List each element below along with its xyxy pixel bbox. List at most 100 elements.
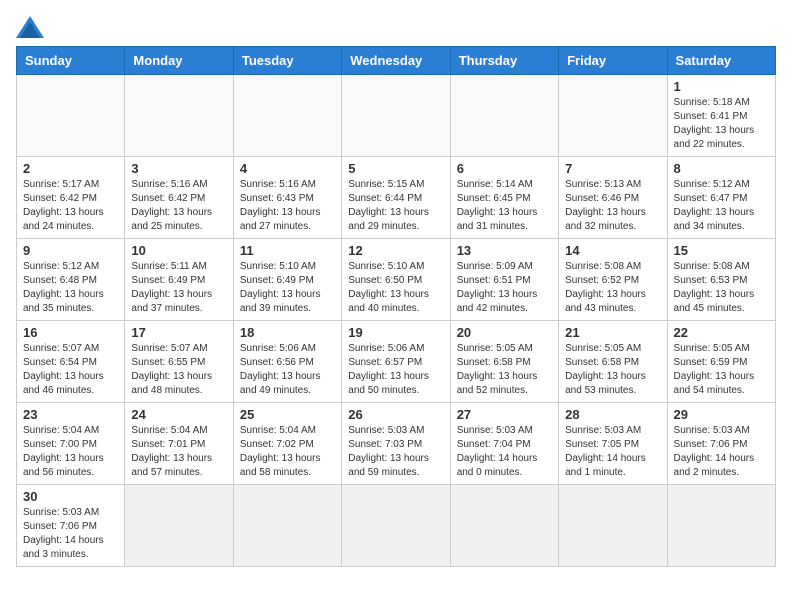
day-cell: 21 Sunrise: 5:05 AM Sunset: 6:58 PM Dayli… bbox=[559, 321, 667, 403]
day-cell: 7 Sunrise: 5:13 AM Sunset: 6:46 PM Daylig… bbox=[559, 157, 667, 239]
logo-icon bbox=[16, 16, 44, 38]
day-info: Sunrise: 5:07 AM Sunset: 6:54 PM Dayligh… bbox=[23, 342, 118, 398]
day-cell: 13 Sunrise: 5:09 AM Sunset: 6:51 PM Dayli… bbox=[450, 239, 558, 321]
day-info: Sunrise: 5:05 AM Sunset: 6:58 PM Dayligh… bbox=[565, 342, 660, 398]
day-number: 12 bbox=[348, 243, 443, 258]
day-info: Sunrise: 5:09 AM Sunset: 6:51 PM Dayligh… bbox=[457, 260, 552, 316]
day-info: Sunrise: 5:10 AM Sunset: 6:49 PM Dayligh… bbox=[240, 260, 335, 316]
day-number: 28 bbox=[565, 407, 660, 422]
day-info: Sunrise: 5:05 AM Sunset: 6:58 PM Dayligh… bbox=[457, 342, 552, 398]
day-cell: 29 Sunrise: 5:03 AM Sunset: 7:06 PM Dayli… bbox=[667, 403, 775, 485]
day-cell: 2 Sunrise: 5:17 AM Sunset: 6:42 PM Daylig… bbox=[17, 157, 125, 239]
day-cell: 12 Sunrise: 5:10 AM Sunset: 6:50 PM Dayli… bbox=[342, 239, 450, 321]
day-cell: 28 Sunrise: 5:03 AM Sunset: 7:05 PM Dayli… bbox=[559, 403, 667, 485]
day-cell bbox=[559, 75, 667, 157]
day-info: Sunrise: 5:04 AM Sunset: 7:01 PM Dayligh… bbox=[131, 424, 226, 480]
day-info: Sunrise: 5:12 AM Sunset: 6:48 PM Dayligh… bbox=[23, 260, 118, 316]
logo bbox=[16, 16, 48, 38]
header bbox=[16, 16, 776, 38]
day-info: Sunrise: 5:06 AM Sunset: 6:56 PM Dayligh… bbox=[240, 342, 335, 398]
day-cell bbox=[450, 485, 558, 567]
week-row-1: 2 Sunrise: 5:17 AM Sunset: 6:42 PM Daylig… bbox=[17, 157, 776, 239]
day-cell: 19 Sunrise: 5:06 AM Sunset: 6:57 PM Dayli… bbox=[342, 321, 450, 403]
day-cell: 9 Sunrise: 5:12 AM Sunset: 6:48 PM Daylig… bbox=[17, 239, 125, 321]
day-number: 27 bbox=[457, 407, 552, 422]
header-saturday: Saturday bbox=[667, 47, 775, 75]
day-cell bbox=[342, 485, 450, 567]
day-info: Sunrise: 5:03 AM Sunset: 7:06 PM Dayligh… bbox=[674, 424, 769, 480]
day-info: Sunrise: 5:14 AM Sunset: 6:45 PM Dayligh… bbox=[457, 178, 552, 234]
header-tuesday: Tuesday bbox=[233, 47, 341, 75]
day-cell bbox=[125, 75, 233, 157]
header-monday: Monday bbox=[125, 47, 233, 75]
day-number: 29 bbox=[674, 407, 769, 422]
week-row-4: 23 Sunrise: 5:04 AM Sunset: 7:00 PM Dayli… bbox=[17, 403, 776, 485]
day-cell bbox=[559, 485, 667, 567]
day-info: Sunrise: 5:08 AM Sunset: 6:52 PM Dayligh… bbox=[565, 260, 660, 316]
day-number: 26 bbox=[348, 407, 443, 422]
day-cell: 30 Sunrise: 5:03 AM Sunset: 7:06 PM Dayli… bbox=[17, 485, 125, 567]
day-number: 17 bbox=[131, 325, 226, 340]
day-cell: 4 Sunrise: 5:16 AM Sunset: 6:43 PM Daylig… bbox=[233, 157, 341, 239]
day-info: Sunrise: 5:13 AM Sunset: 6:46 PM Dayligh… bbox=[565, 178, 660, 234]
day-info: Sunrise: 5:06 AM Sunset: 6:57 PM Dayligh… bbox=[348, 342, 443, 398]
day-cell: 10Sunrise: 5:11 AM Sunset: 6:49 PM Dayli… bbox=[125, 239, 233, 321]
day-number: 2 bbox=[23, 161, 118, 176]
calendar-header: SundayMondayTuesdayWednesdayThursdayFrid… bbox=[17, 47, 776, 75]
day-cell bbox=[342, 75, 450, 157]
day-info: Sunrise: 5:03 AM Sunset: 7:05 PM Dayligh… bbox=[565, 424, 660, 480]
day-info: Sunrise: 5:07 AM Sunset: 6:55 PM Dayligh… bbox=[131, 342, 226, 398]
day-cell: 24 Sunrise: 5:04 AM Sunset: 7:01 PM Dayli… bbox=[125, 403, 233, 485]
day-cell bbox=[125, 485, 233, 567]
day-number: 4 bbox=[240, 161, 335, 176]
day-number: 24 bbox=[131, 407, 226, 422]
day-number: 3 bbox=[131, 161, 226, 176]
day-info: Sunrise: 5:16 AM Sunset: 6:43 PM Dayligh… bbox=[240, 178, 335, 234]
day-info: Sunrise: 5:04 AM Sunset: 7:02 PM Dayligh… bbox=[240, 424, 335, 480]
day-cell bbox=[667, 485, 775, 567]
day-cell: 1Sunrise: 5:18 AM Sunset: 6:41 PM Daylig… bbox=[667, 75, 775, 157]
day-info: Sunrise: 5:17 AM Sunset: 6:42 PM Dayligh… bbox=[23, 178, 118, 234]
day-number: 20 bbox=[457, 325, 552, 340]
day-cell: 22Sunrise: 5:05 AM Sunset: 6:59 PM Dayli… bbox=[667, 321, 775, 403]
day-number: 11 bbox=[240, 243, 335, 258]
day-number: 18 bbox=[240, 325, 335, 340]
day-info: Sunrise: 5:04 AM Sunset: 7:00 PM Dayligh… bbox=[23, 424, 118, 480]
day-info: Sunrise: 5:15 AM Sunset: 6:44 PM Dayligh… bbox=[348, 178, 443, 234]
day-cell: 6Sunrise: 5:14 AM Sunset: 6:45 PM Daylig… bbox=[450, 157, 558, 239]
week-row-2: 9 Sunrise: 5:12 AM Sunset: 6:48 PM Daylig… bbox=[17, 239, 776, 321]
day-number: 21 bbox=[565, 325, 660, 340]
header-wednesday: Wednesday bbox=[342, 47, 450, 75]
day-cell: 16Sunrise: 5:07 AM Sunset: 6:54 PM Dayli… bbox=[17, 321, 125, 403]
day-info: Sunrise: 5:10 AM Sunset: 6:50 PM Dayligh… bbox=[348, 260, 443, 316]
day-number: 10 bbox=[131, 243, 226, 258]
day-cell bbox=[17, 75, 125, 157]
day-cell bbox=[233, 485, 341, 567]
calendar-table: SundayMondayTuesdayWednesdayThursdayFrid… bbox=[16, 46, 776, 567]
day-cell: 18 Sunrise: 5:06 AM Sunset: 6:56 PM Dayli… bbox=[233, 321, 341, 403]
day-info: Sunrise: 5:08 AM Sunset: 6:53 PM Dayligh… bbox=[674, 260, 769, 316]
day-number: 23 bbox=[23, 407, 118, 422]
day-number: 7 bbox=[565, 161, 660, 176]
header-friday: Friday bbox=[559, 47, 667, 75]
day-number: 22 bbox=[674, 325, 769, 340]
day-info: Sunrise: 5:12 AM Sunset: 6:47 PM Dayligh… bbox=[674, 178, 769, 234]
header-thursday: Thursday bbox=[450, 47, 558, 75]
header-sunday: Sunday bbox=[17, 47, 125, 75]
day-cell: 27 Sunrise: 5:03 AM Sunset: 7:04 PM Dayli… bbox=[450, 403, 558, 485]
day-cell: 25Sunrise: 5:04 AM Sunset: 7:02 PM Dayli… bbox=[233, 403, 341, 485]
day-number: 9 bbox=[23, 243, 118, 258]
day-cell: 3Sunrise: 5:16 AM Sunset: 6:42 PM Daylig… bbox=[125, 157, 233, 239]
header-row: SundayMondayTuesdayWednesdayThursdayFrid… bbox=[17, 47, 776, 75]
day-number: 14 bbox=[565, 243, 660, 258]
day-info: Sunrise: 5:18 AM Sunset: 6:41 PM Dayligh… bbox=[674, 96, 769, 152]
day-number: 19 bbox=[348, 325, 443, 340]
day-number: 30 bbox=[23, 489, 118, 504]
day-number: 15 bbox=[674, 243, 769, 258]
day-number: 13 bbox=[457, 243, 552, 258]
day-info: Sunrise: 5:03 AM Sunset: 7:04 PM Dayligh… bbox=[457, 424, 552, 480]
day-cell bbox=[233, 75, 341, 157]
day-info: Sunrise: 5:03 AM Sunset: 7:06 PM Dayligh… bbox=[23, 506, 118, 562]
day-cell: 23 Sunrise: 5:04 AM Sunset: 7:00 PM Dayli… bbox=[17, 403, 125, 485]
calendar-body: 1Sunrise: 5:18 AM Sunset: 6:41 PM Daylig… bbox=[17, 75, 776, 567]
